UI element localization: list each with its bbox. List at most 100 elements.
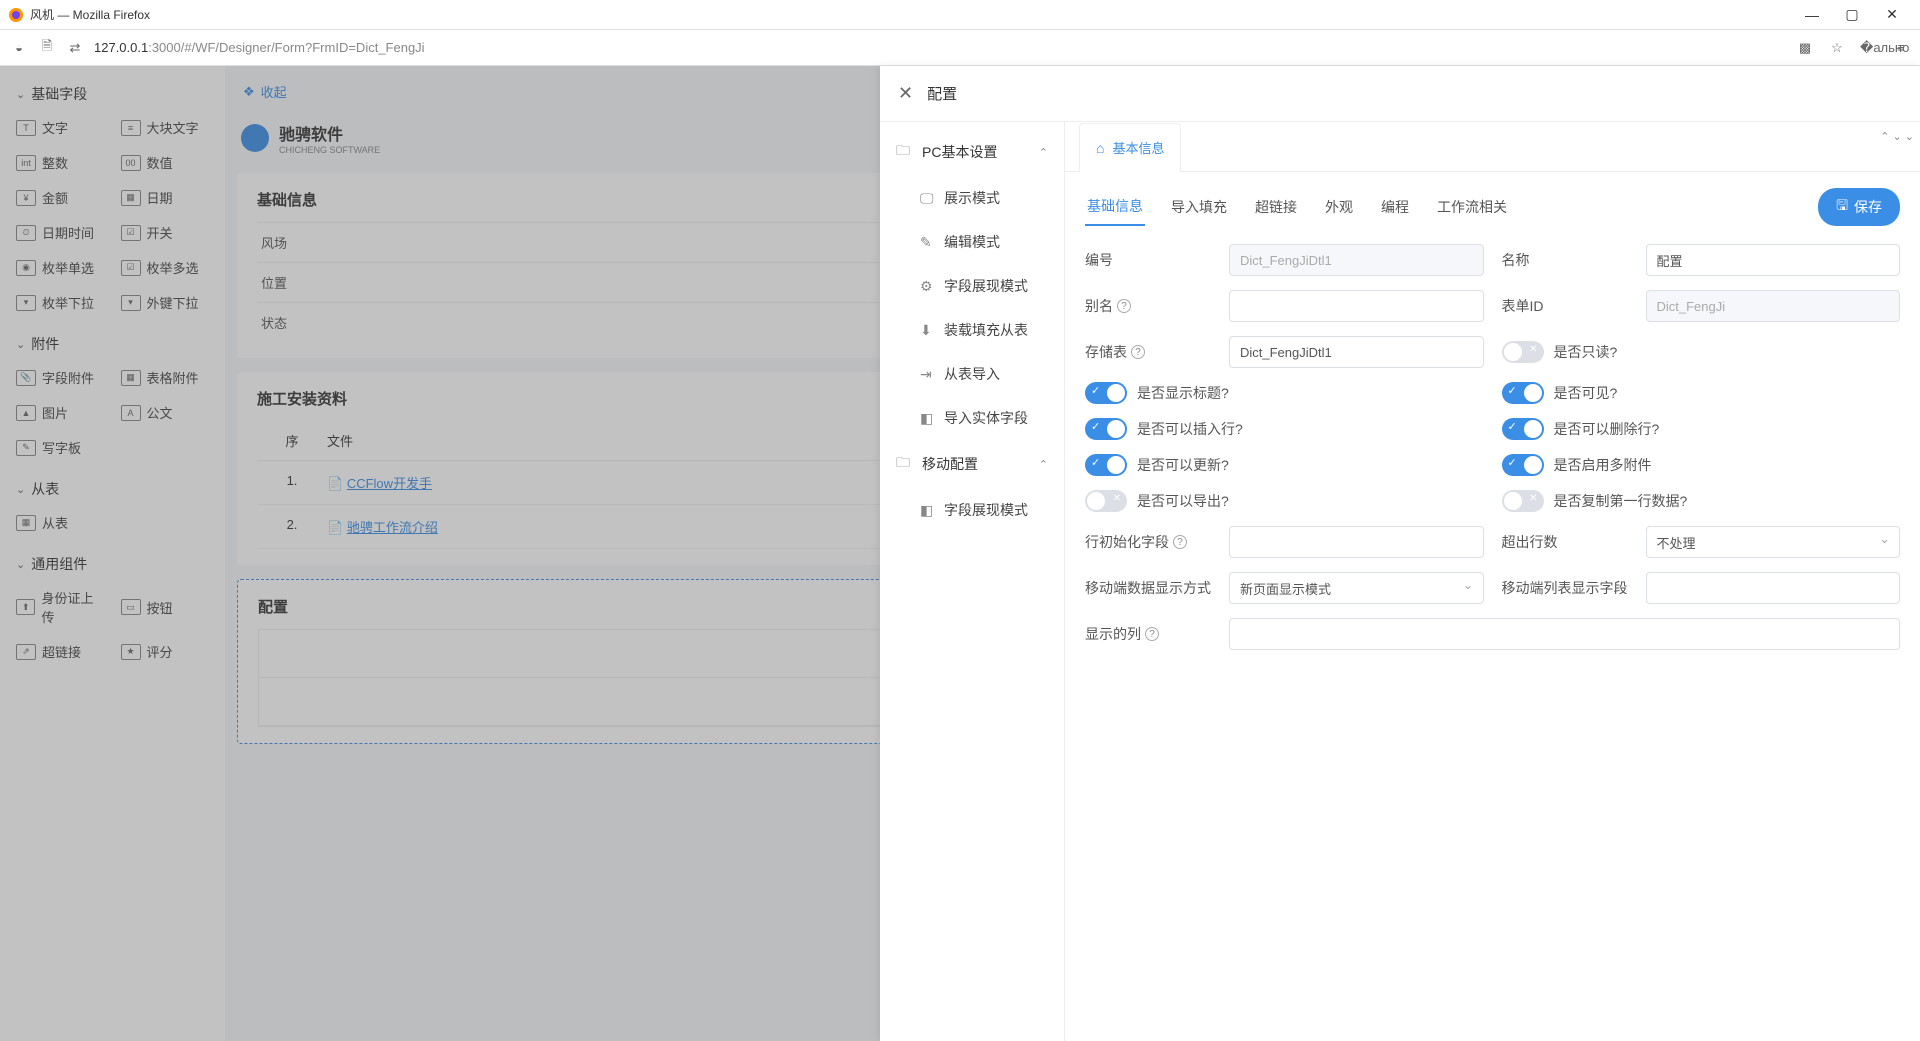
toggle-showtitle[interactable]: [1085, 382, 1127, 404]
folder-icon: 🗀: [896, 452, 914, 476]
firefox-icon: [8, 7, 24, 23]
toggle-visible[interactable]: [1502, 382, 1544, 404]
palette-group-basic[interactable]: ⌄基础字段: [12, 76, 213, 112]
label-id: 编号: [1085, 250, 1211, 270]
input-initrow[interactable]: [1229, 526, 1484, 558]
nav-item-import-table[interactable]: ⇥从表导入: [880, 352, 1064, 396]
nav-group-pc[interactable]: 🗀 PC基本设置 ⌃: [880, 128, 1064, 176]
panel-nav: 🗀 PC基本设置 ⌃ 🖵展示模式 ✎编辑模式 ⚙字段展现模式 ⬇装载填充从表 ⇥…: [880, 122, 1065, 1041]
subtab-link[interactable]: 超链接: [1253, 189, 1299, 225]
window-title: 风机 — Mozilla Firefox: [30, 6, 1792, 23]
palette-item-num[interactable]: 00数值: [117, 147, 214, 178]
address-bar[interactable]: 127.0.0.1:3000/#/WF/Designer/Form?FrmID=…: [94, 40, 1786, 55]
palette-group-common[interactable]: ⌄通用组件: [12, 546, 213, 582]
nav-item-edit-mode[interactable]: ✎编辑模式: [880, 220, 1064, 264]
save-icon: 🖫: [1836, 195, 1848, 219]
palette-item-money[interactable]: ¥金额: [12, 182, 109, 213]
palette-item-rating[interactable]: ★评分: [117, 636, 214, 667]
select-mobmode[interactable]: [1229, 572, 1484, 604]
tab-basic-info[interactable]: ⌂ 基本信息: [1079, 123, 1181, 173]
save-button[interactable]: 🖫 保存: [1818, 188, 1900, 226]
palette-group-attach[interactable]: ⌄附件: [12, 326, 213, 362]
file-link[interactable]: CCFlow开发手: [347, 476, 432, 491]
palette-item-image[interactable]: ▲图片: [12, 397, 109, 428]
palette-item-radio[interactable]: ◉枚举单选: [12, 252, 109, 283]
palette-item-datetime[interactable]: ⏲日期时间: [12, 217, 109, 248]
palette-item-date[interactable]: ▦日期: [117, 182, 214, 213]
shield-icon[interactable]: ◒: [10, 40, 28, 55]
lock-icon[interactable]: 🗎: [38, 37, 56, 59]
extensions-icon[interactable]: �ально: [1860, 40, 1878, 56]
toggle-insertrow[interactable]: [1085, 418, 1127, 440]
input-store[interactable]: [1229, 336, 1484, 368]
toggle-readonly[interactable]: [1502, 341, 1544, 363]
chevron-down-icon: ⌄: [16, 88, 25, 101]
palette-item-idupload[interactable]: ⬆身份证上传: [12, 582, 109, 632]
help-icon[interactable]: ?: [1117, 299, 1131, 313]
nav-item-field-display[interactable]: ⚙字段展现模式: [880, 264, 1064, 308]
label-visible: 是否可见?: [1554, 383, 1618, 403]
palette-item-bigtext[interactable]: ≡大块文字: [117, 112, 214, 143]
nav-item-display-mode[interactable]: 🖵展示模式: [880, 176, 1064, 220]
palette-group-from[interactable]: ⌄从表: [12, 471, 213, 507]
palette-item-check[interactable]: ☑枚举多选: [117, 252, 214, 283]
palette-item-doc[interactable]: A公文: [117, 397, 214, 428]
close-panel-button[interactable]: ✕: [898, 83, 913, 104]
subtab-basic[interactable]: 基础信息: [1085, 188, 1145, 226]
label-formid: 表单ID: [1502, 296, 1628, 316]
label-readonly: 是否只读?: [1554, 342, 1618, 362]
label-multiattach: 是否启用多附件: [1554, 455, 1652, 475]
subtab-import[interactable]: 导入填充: [1169, 189, 1229, 225]
window-titlebar: 风机 — Mozilla Firefox — ▢ ✕: [0, 0, 1920, 30]
toggle-export[interactable]: [1085, 490, 1127, 512]
qr-icon[interactable]: ▩: [1796, 40, 1814, 56]
input-mobcols[interactable]: [1646, 572, 1901, 604]
file-link[interactable]: 驰骋工作流介绍: [347, 520, 438, 535]
browser-toolbar: ◒ 🗎 ⇄ 127.0.0.1:3000/#/WF/Designer/Form?…: [0, 30, 1920, 66]
subtab-program[interactable]: 编程: [1379, 189, 1411, 225]
maximize-button[interactable]: ▢: [1832, 6, 1872, 23]
palette-item-switch[interactable]: ☑开关: [117, 217, 214, 248]
settings-icon: ⚙: [920, 278, 936, 295]
nav-item-import-entity[interactable]: ◧导入实体字段: [880, 396, 1064, 440]
config-form: 编号 名称 别名? 表单ID 存储表? 是否只读?: [1085, 244, 1900, 650]
palette-item-fkselect[interactable]: ▾外键下拉: [117, 287, 214, 318]
minimize-button[interactable]: —: [1792, 7, 1832, 23]
sub-tab-bar: 基础信息 导入填充 超链接 外观 编程 工作流相关 🖫 保存: [1085, 188, 1900, 226]
palette-item-button[interactable]: ▭按钮: [117, 582, 214, 632]
subtab-appearance[interactable]: 外观: [1323, 189, 1355, 225]
help-icon[interactable]: ?: [1145, 627, 1159, 641]
nav-item-mobile-field-display[interactable]: ◧字段展现模式: [880, 488, 1064, 532]
panel-title: 配置: [927, 83, 957, 104]
home-icon: ⌂: [1096, 140, 1104, 156]
toggle-multiattach[interactable]: [1502, 454, 1544, 476]
palette-item-int[interactable]: int整数: [12, 147, 109, 178]
palette-item-fieldattach[interactable]: 📎字段附件: [12, 362, 109, 393]
input-alias[interactable]: [1229, 290, 1484, 322]
palette-item-tableattach[interactable]: ▦表格附件: [117, 362, 214, 393]
select-overflow[interactable]: [1646, 526, 1901, 558]
palette-item-board[interactable]: ✎写字板: [12, 432, 109, 463]
toggle-update[interactable]: [1085, 454, 1127, 476]
close-window-button[interactable]: ✕: [1872, 6, 1912, 23]
input-showcols[interactable]: [1229, 618, 1900, 650]
label-export: 是否可以导出?: [1137, 491, 1229, 511]
help-icon[interactable]: ?: [1131, 345, 1145, 359]
palette-item-link[interactable]: ⇗超链接: [12, 636, 109, 667]
entity-icon: ◧: [920, 410, 936, 427]
permissions-icon[interactable]: ⇄: [66, 40, 84, 56]
palette-item-select[interactable]: ▾枚举下拉: [12, 287, 109, 318]
help-icon[interactable]: ?: [1173, 535, 1187, 549]
subtab-workflow[interactable]: 工作流相关: [1435, 189, 1509, 225]
nav-group-mobile[interactable]: 🗀 移动配置 ⌃: [880, 440, 1064, 488]
input-name[interactable]: [1646, 244, 1901, 276]
palette-item-subtable[interactable]: ▦从表: [12, 507, 109, 538]
nav-item-load-fill[interactable]: ⬇装载填充从表: [880, 308, 1064, 352]
palette-item-text[interactable]: T文字: [12, 112, 109, 143]
toggle-deleterow[interactable]: [1502, 418, 1544, 440]
menu-icon[interactable]: ≡: [1892, 40, 1910, 56]
resize-handles[interactable]: ⌃ ⌄ ⌄: [1880, 130, 1914, 143]
bookmark-icon[interactable]: ☆: [1828, 40, 1846, 56]
import-icon: ⇥: [920, 366, 936, 383]
toggle-copyfirst[interactable]: [1502, 490, 1544, 512]
